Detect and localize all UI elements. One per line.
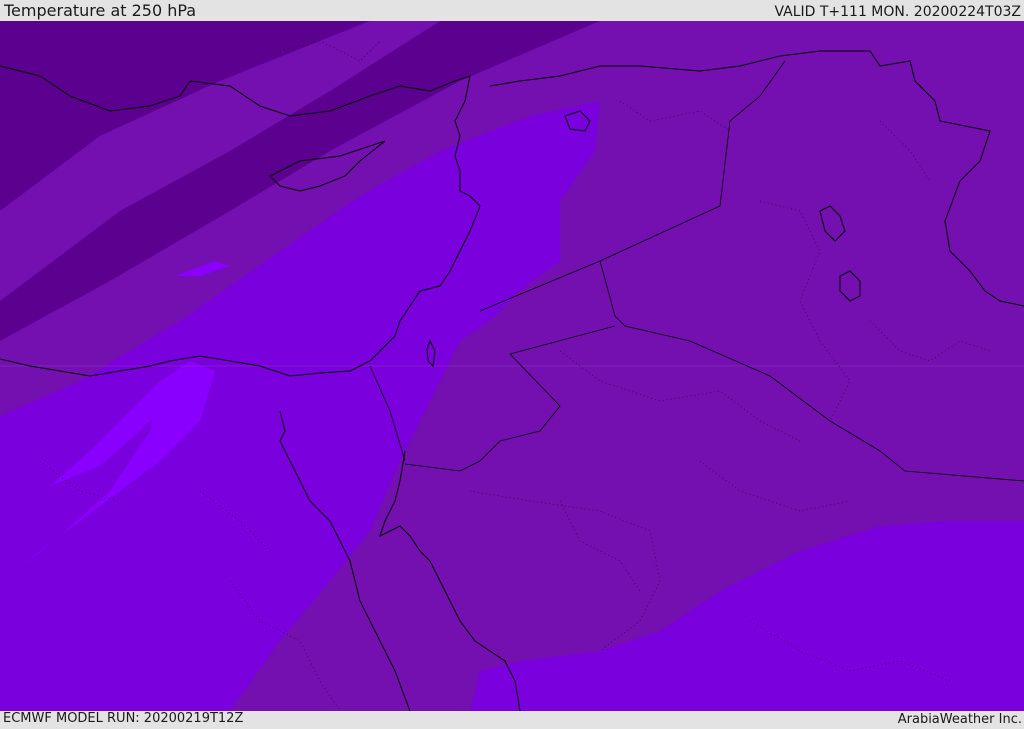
- weather-map: [0, 21, 1024, 711]
- map-title: Temperature at 250 hPa: [4, 1, 197, 20]
- model-run-label: ECMWF MODEL RUN: 20200219T12Z: [3, 711, 244, 726]
- valid-time: VALID T+111 MON. 20200224T03Z: [774, 4, 1021, 20]
- map-canvas: [0, 21, 1024, 711]
- header-bar: Temperature at 250 hPa VALID T+111 MON. …: [0, 0, 1024, 21]
- credit-label: ArabiaWeather Inc.: [897, 712, 1022, 727]
- footer-bar: ECMWF MODEL RUN: 20200219T12Z ArabiaWeat…: [0, 711, 1024, 729]
